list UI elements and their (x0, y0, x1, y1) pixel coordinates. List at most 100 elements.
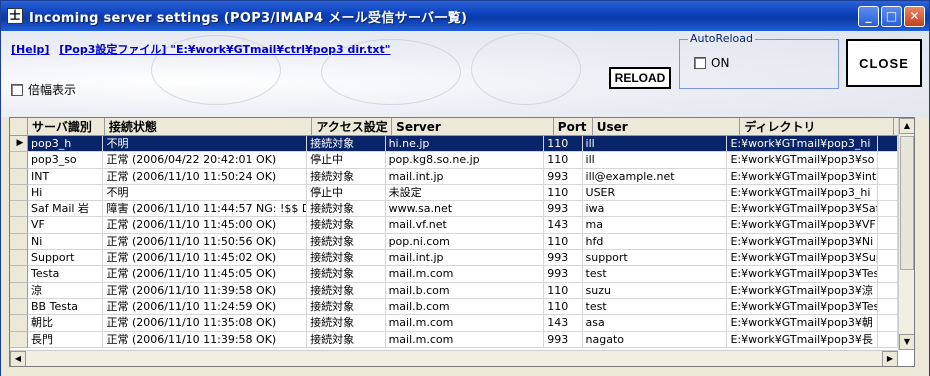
column-header-access-setting[interactable]: アクセス設定 (312, 118, 393, 136)
row-indicator[interactable] (10, 315, 28, 332)
cell-server[interactable]: hi.ne.jp (385, 136, 545, 153)
scroll-left-icon[interactable]: ◀ (10, 351, 26, 366)
maximize-button[interactable]: □ (881, 6, 902, 27)
cell-server-id[interactable]: BB Testa (28, 298, 104, 316)
cell-server[interactable]: mail.b.com (385, 282, 545, 299)
reload-button[interactable]: RELOAD (609, 67, 671, 89)
table-row[interactable]: BB Testa 正常 (2006/11/10 11:24:59 OK) 接続対象 m… (10, 298, 898, 316)
cell-connection-status[interactable]: 正常 (2006/11/10 11:45:05 OK) (103, 266, 308, 283)
cell-server-id[interactable]: VF (28, 217, 104, 234)
cell-server-id[interactable]: Ni (28, 233, 104, 251)
table-row[interactable]: 朝比 正常 (2006/11/10 11:35:08 OK) 接続対象 mail.m.… (10, 315, 898, 332)
cell-server-id[interactable]: Saf Mail 岩 (28, 201, 104, 218)
cell-directory[interactable]: E:¥work¥GTmail¥pop3¥Tes (727, 298, 879, 316)
table-row[interactable]: Testa 正常 (2006/11/10 11:45:05 OK) 接続対象 mail… (10, 266, 898, 283)
table-row[interactable]: Ni 正常 (2006/11/10 11:50:56 OK) 接続対象 pop.ni.… (10, 233, 898, 251)
cell-connection-status[interactable]: 正常 (2006/11/10 11:50:56 OK) (103, 233, 308, 251)
cell-connection-status[interactable]: 不明 (103, 136, 308, 153)
cell-access-setting[interactable]: 接続対象 (307, 282, 386, 299)
cell-directory[interactable]: E:¥work¥GTmail¥pop3¥朝 (727, 315, 879, 332)
cell-user[interactable]: ill (582, 136, 728, 153)
table-row[interactable]: VF 正常 (2006/11/10 11:45:00 OK) 接続対象 mail.vf… (10, 217, 898, 234)
cell-user[interactable]: asa (582, 315, 728, 332)
cell-extra[interactable] (878, 282, 898, 299)
cell-directory[interactable]: E:¥work¥GTmail¥pop3¥長 (727, 331, 879, 348)
cell-access-setting[interactable]: 接続対象 (307, 250, 386, 267)
row-indicator[interactable] (10, 250, 28, 267)
cell-directory[interactable]: E:¥work¥GTmail¥pop3¥int (727, 168, 879, 185)
cell-directory[interactable]: E:¥work¥GTmail¥pop3¥Tes (727, 266, 879, 283)
cell-server-id[interactable]: 長門 (28, 331, 104, 348)
cell-server-id[interactable]: pop3_h (28, 136, 104, 153)
cell-server[interactable]: pop.kg8.so.ne.jp (385, 152, 545, 169)
cell-port[interactable]: 143 (544, 217, 583, 234)
cell-connection-status[interactable]: 正常 (2006/11/10 11:35:08 OK) (103, 315, 308, 332)
minimize-button[interactable]: _ (858, 6, 879, 27)
cell-user[interactable]: nagato (582, 331, 728, 348)
help-link[interactable]: [Help] (11, 43, 49, 56)
cell-extra[interactable] (878, 250, 898, 267)
autoreload-on-option[interactable]: ON (694, 56, 729, 70)
table-row[interactable]: 長門 正常 (2006/11/10 11:39:58 OK) 接続対象 mail.m.… (10, 331, 898, 348)
app-icon[interactable]: 士 (7, 8, 23, 24)
table-row[interactable]: Saf Mail 岩障害 (2006/11/10 11:44:57 NG: !$… (10, 201, 898, 218)
cell-extra[interactable] (878, 136, 898, 153)
table-row[interactable]: Hi 不明 停止中 未設定 110 USER E:¥work¥GTmail¥pop3_hi (10, 184, 898, 202)
cell-extra[interactable] (878, 266, 898, 283)
column-header-server[interactable]: Server (392, 118, 554, 136)
cell-server-id[interactable]: Testa (28, 266, 104, 283)
cell-access-setting[interactable]: 接続対象 (307, 217, 386, 234)
cell-server[interactable]: 未設定 (385, 184, 545, 202)
cell-directory[interactable]: E:¥work¥GTmail¥pop3¥Ni (727, 233, 879, 251)
cell-user[interactable]: ill@example.net (582, 168, 728, 185)
row-indicator[interactable] (10, 233, 28, 251)
table-row[interactable]: pop3_so 正常 (2006/04/22 20:42:01 OK) 停止中 pop… (10, 152, 898, 169)
wide-display-checkbox[interactable] (11, 83, 23, 96)
row-indicator[interactable] (10, 201, 28, 218)
cell-user[interactable]: ma (582, 217, 728, 234)
cell-access-setting[interactable]: 停止中 (307, 152, 386, 169)
cell-port[interactable]: 110 (544, 282, 583, 299)
table-row[interactable]: Support 正常 (2006/11/10 11:45:02 OK) 接続対象 ma… (10, 250, 898, 267)
cell-connection-status[interactable]: 不明 (103, 184, 308, 202)
row-indicator[interactable] (10, 331, 28, 348)
cell-port[interactable]: 110 (544, 233, 583, 251)
close-window-button[interactable]: ✕ (904, 6, 925, 27)
cell-directory[interactable]: E:¥work¥GTmail¥pop3¥涼 (727, 282, 879, 299)
cell-server[interactable]: mail.vf.net (385, 217, 545, 234)
cell-port[interactable]: 143 (544, 315, 583, 332)
autoreload-checkbox[interactable] (694, 57, 706, 69)
cell-port[interactable]: 110 (544, 136, 583, 153)
cell-access-setting[interactable]: 停止中 (307, 184, 386, 202)
cell-extra[interactable] (878, 152, 898, 169)
cell-user[interactable]: test (582, 266, 728, 283)
scroll-down-icon[interactable]: ▼ (899, 334, 914, 350)
column-header-server-id[interactable]: サーバ識別 (28, 118, 105, 136)
cell-user[interactable]: hfd (582, 233, 728, 251)
cell-server-id[interactable]: Support (28, 250, 104, 267)
cell-user[interactable]: iwa (582, 201, 728, 218)
scroll-thumb[interactable] (900, 136, 914, 270)
cell-server[interactable]: mail.m.com (385, 315, 545, 332)
row-indicator[interactable]: ▶ (10, 136, 28, 153)
cell-user[interactable]: support (582, 250, 728, 267)
cell-connection-status[interactable]: 正常 (2006/11/10 11:24:59 OK) (103, 298, 308, 316)
cell-server-id[interactable]: 涼 (28, 282, 104, 299)
scroll-up-icon[interactable]: ▲ (899, 118, 914, 134)
cell-port[interactable]: 993 (544, 168, 583, 185)
column-header-port[interactable]: Port (554, 118, 593, 136)
cell-extra[interactable] (878, 201, 898, 218)
cell-access-setting[interactable]: 接続対象 (307, 315, 386, 332)
cell-directory[interactable]: E:¥work¥GTmail¥pop3_hi (727, 136, 879, 153)
cell-extra[interactable] (878, 331, 898, 348)
cell-server[interactable]: www.sa.net (385, 201, 545, 218)
cell-port[interactable]: 993 (544, 250, 583, 267)
cell-access-setting[interactable]: 接続対象 (307, 201, 386, 218)
cell-port[interactable]: 110 (544, 152, 583, 169)
cell-server-id[interactable]: 朝比 (28, 315, 104, 332)
cell-access-setting[interactable]: 接続対象 (307, 168, 386, 185)
row-indicator[interactable] (10, 152, 28, 169)
table-row[interactable]: 涼正常 (2006/11/10 11:39:58 OK) 接続対象 mail.b.c… (10, 282, 898, 299)
cell-user[interactable]: test (582, 298, 728, 316)
cell-directory[interactable]: E:¥work¥GTmail¥pop3¥VF (727, 217, 879, 234)
